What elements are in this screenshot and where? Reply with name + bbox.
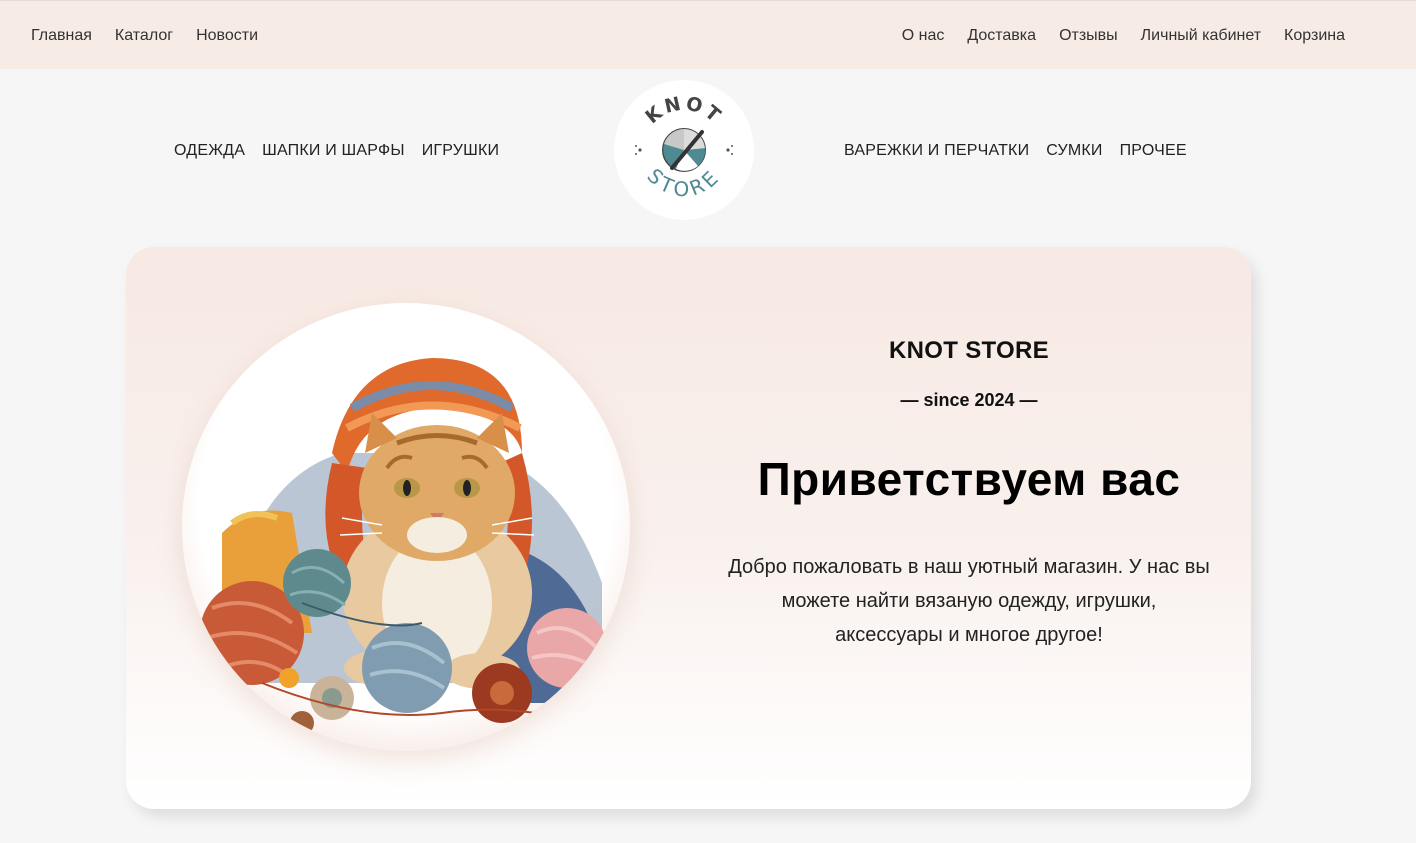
category-link-other[interactable]: ПРОЧЕЕ [1120,142,1187,160]
hero-image [182,303,630,751]
top-nav-link-news[interactable]: Новости [196,27,258,45]
category-link-mittens-gloves[interactable]: ВАРЕЖКИ И ПЕРЧАТКИ [844,142,1029,160]
top-nav-link-home[interactable]: Главная [31,27,92,45]
svg-text:KNOT: KNOT [641,92,726,128]
hero-card: KNOT STORE — since 2024 — Приветствуем в… [126,247,1251,809]
knot-store-logo-icon: KNOT STORE [635,92,733,201]
category-link-bags[interactable]: СУМКИ [1046,142,1102,160]
hero-headline: Приветствуем вас [757,453,1181,505]
top-nav-link-account[interactable]: Личный кабинет [1141,27,1261,45]
since-tagline: — since 2024 — [900,390,1038,410]
cat-with-yarn-illustration-icon [200,358,607,735]
top-nav-link-cart[interactable]: Корзина [1284,27,1345,45]
hero-intro-text: Добро пожаловать в наш уютный магазин. У… [728,556,1210,646]
category-link-hats-scarves[interactable]: ШАПКИ И ШАРФЫ [262,142,405,160]
top-bar: Главная Каталог Новости О нас Доставка О… [0,0,1416,69]
site-logo[interactable]: KNOT STORE [614,80,754,220]
top-nav-link-reviews[interactable]: Отзывы [1059,27,1118,45]
category-nav-right: ВАРЕЖКИ И ПЕРЧАТКИ СУМКИ ПРОЧЕЕ [844,137,1187,165]
category-link-clothing[interactable]: ОДЕЖДА [174,142,245,160]
top-nav-link-catalog[interactable]: Каталог [115,27,173,45]
top-nav-left: Главная Каталог Новости [31,1,258,70]
top-nav-right: О нас Доставка Отзывы Личный кабинет Кор… [902,1,1345,70]
top-nav-link-delivery[interactable]: Доставка [967,27,1036,45]
category-link-toys[interactable]: ИГРУШКИ [422,142,500,160]
category-nav-left: ОДЕЖДА ШАПКИ И ШАРФЫ ИГРУШКИ [174,137,499,165]
brand-title: KNOT STORE [889,337,1049,364]
top-nav-link-about[interactable]: О нас [902,27,945,45]
